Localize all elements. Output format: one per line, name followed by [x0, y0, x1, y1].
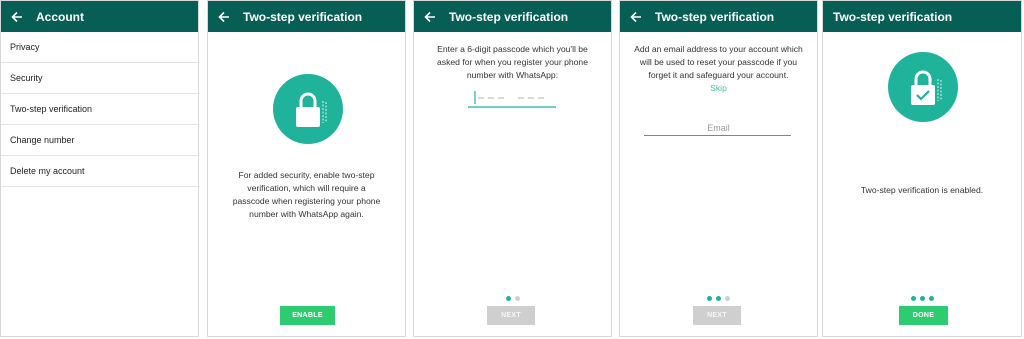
menu-item-change-number[interactable]: Change number	[1, 125, 198, 156]
step-dot-active	[910, 296, 916, 301]
app-bar: Account	[1, 1, 198, 32]
menu-item-delete-account[interactable]: Delete my account	[1, 156, 198, 187]
email-field-underline	[644, 135, 791, 136]
passcode-instruction: Enter a 6-digit passcode which you'll be…	[437, 44, 588, 80]
email-screen: Two-step verification Add an email addre…	[619, 0, 818, 337]
app-bar: Two-step verification	[414, 1, 611, 32]
next-button[interactable]: NEXT	[693, 306, 741, 325]
lock-check-badge	[888, 52, 958, 122]
app-bar: Two-step verification	[823, 1, 1021, 32]
app-bar: Two-step verification	[208, 1, 405, 32]
step-indicator	[414, 288, 611, 306]
enable-button[interactable]: ENABLE	[280, 306, 335, 325]
page-title: Two-step verification	[655, 9, 775, 24]
step-dot	[725, 296, 730, 301]
passcode-input[interactable]	[466, 87, 560, 109]
done-button[interactable]: DONE	[899, 306, 948, 325]
menu-item-security[interactable]: Security	[1, 63, 198, 94]
enabled-message: Two-step verification is enabled.	[860, 185, 984, 195]
passcode-screen: Two-step verification Enter a 6-digit pa…	[413, 0, 612, 337]
email-field[interactable]: Email	[620, 123, 817, 133]
lock-badge	[273, 74, 343, 144]
menu-item-label: Privacy	[10, 42, 40, 52]
step-indicator	[823, 288, 1021, 306]
menu-item-label: Delete my account	[10, 166, 85, 176]
menu-item-two-step-verification[interactable]: Two-step verification	[1, 94, 198, 125]
step-dot-active	[505, 296, 511, 301]
intro-description: For added security, enable two-step veri…	[232, 170, 381, 219]
back-arrow-icon[interactable]	[423, 10, 437, 24]
menu-item-label: Change number	[10, 135, 75, 145]
lock-check-icon	[911, 70, 942, 105]
page-title: Two-step verification	[243, 9, 363, 24]
menu-item-label: Two-step verification	[10, 104, 93, 114]
page-title: Two-step verification	[449, 9, 569, 24]
app-bar: Two-step verification	[620, 1, 817, 32]
page-title: Account	[36, 9, 84, 24]
step-dot-active	[919, 296, 925, 301]
back-arrow-icon[interactable]	[629, 10, 643, 24]
lock-icon	[296, 92, 327, 127]
two-step-intro-screen: Two-step verification For added security…	[207, 0, 406, 337]
email-instruction: Add an email address to your account whi…	[634, 44, 803, 80]
step-dot-active	[928, 296, 934, 301]
step-dot-active	[716, 296, 721, 301]
step-dot-active	[707, 296, 712, 301]
account-screen: Account Privacy Security Two-step verifi…	[0, 0, 199, 337]
back-arrow-icon[interactable]	[217, 10, 231, 24]
step-dot	[514, 296, 520, 301]
menu-item-label: Security	[10, 73, 43, 83]
menu-item-privacy[interactable]: Privacy	[1, 32, 198, 63]
skip-link[interactable]: Skip	[620, 83, 817, 93]
back-arrow-icon[interactable]	[10, 10, 24, 24]
next-button[interactable]: NEXT	[487, 306, 535, 325]
step-indicator	[620, 288, 817, 306]
page-title: Two-step verification	[833, 9, 953, 24]
verification-enabled-screen: Two-step verification Two-step verificat…	[822, 0, 1022, 337]
